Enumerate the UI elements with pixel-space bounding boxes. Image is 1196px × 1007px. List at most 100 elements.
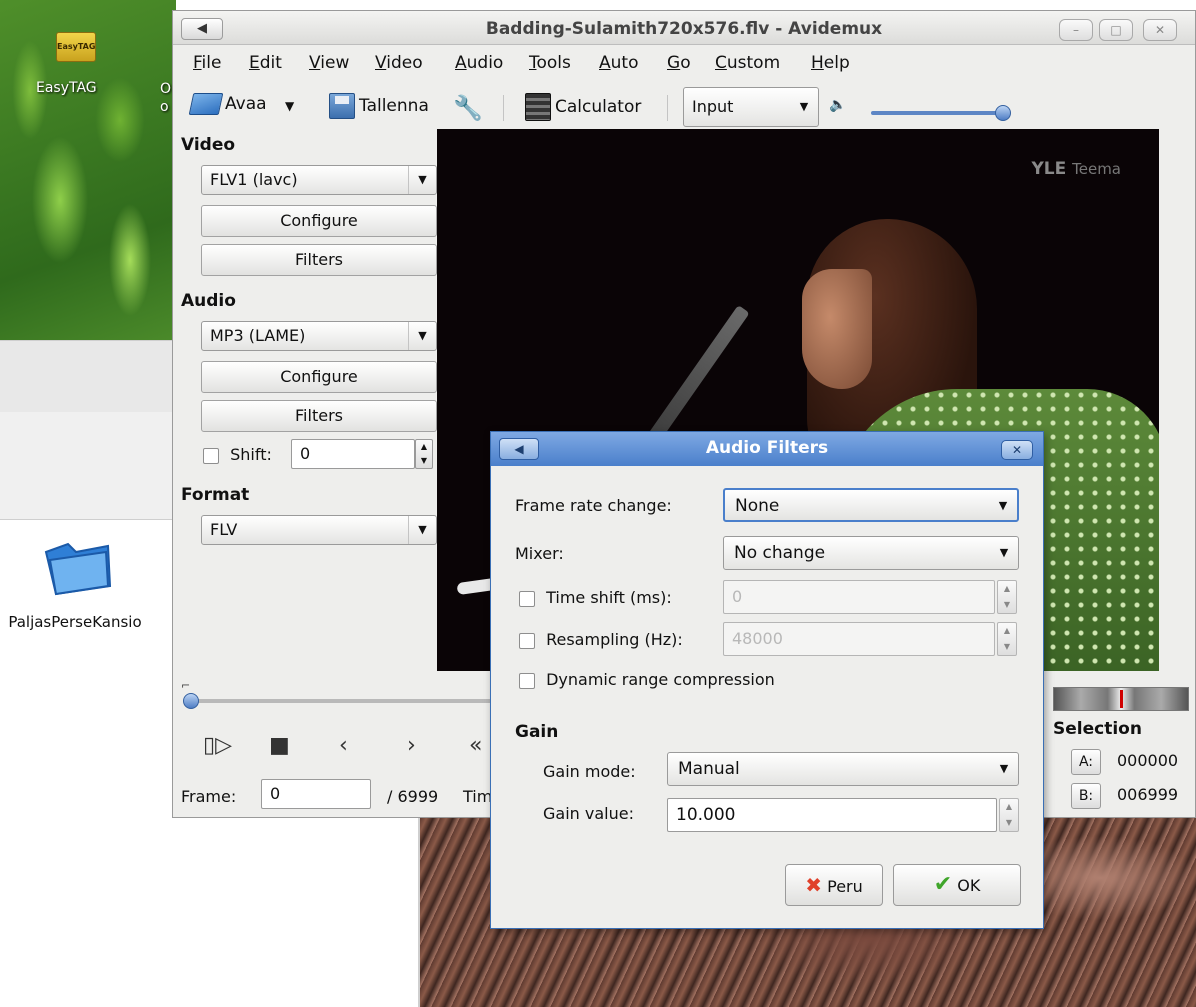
mixer-combo[interactable]: No change ▼: [723, 536, 1019, 570]
wrench-icon: 🔧: [453, 94, 483, 122]
video-frame-face: [802, 269, 872, 389]
chevron-down-icon: ▼: [408, 322, 436, 350]
menu-go[interactable]: Go: [667, 53, 691, 73]
audio-configure-button[interactable]: Configure: [201, 361, 437, 393]
video-codec-value: FLV1 (lavc): [210, 170, 298, 189]
desktop-icon-label-line1: O: [160, 81, 172, 97]
menu-view[interactable]: View: [309, 53, 349, 73]
open-label: Avaa: [225, 94, 267, 114]
audio-codec-combo[interactable]: MP3 (LAME) ▼: [201, 321, 437, 351]
watermark-main: YLE: [1031, 159, 1067, 179]
preferences-button[interactable]: 🔧: [453, 93, 483, 123]
volume-slider-knob[interactable]: [995, 105, 1011, 121]
frame-rate-combo[interactable]: None ▼: [723, 488, 1019, 522]
minimize-button[interactable]: –: [1059, 19, 1093, 41]
open-button[interactable]: Avaa: [188, 93, 267, 115]
menu-file[interactable]: File: [193, 53, 221, 73]
chevron-down-icon: ▼: [998, 499, 1008, 512]
resampling-row[interactable]: Resampling (Hz):: [519, 630, 683, 649]
rewind-icon[interactable]: «: [469, 733, 482, 758]
video-codec-combo[interactable]: FLV1 (lavc) ▼: [201, 165, 437, 195]
menu-audio[interactable]: Audio: [455, 53, 503, 73]
time-shift-input[interactable]: 0: [723, 580, 995, 614]
format-section-heading: Format: [181, 485, 250, 505]
dialog-titlebar[interactable]: ◀ Audio Filters ✕: [491, 432, 1043, 466]
input-output-combo[interactable]: Input ▼: [683, 87, 819, 127]
maximize-button[interactable]: □: [1099, 19, 1133, 41]
previous-frame-icon[interactable]: ‹: [339, 733, 348, 758]
gain-mode-label: Gain mode:: [543, 762, 636, 781]
time-label: Tim: [463, 787, 493, 806]
menu-auto[interactable]: Auto: [599, 53, 638, 73]
ok-check-icon: ✔: [933, 872, 953, 897]
time-shift-spinner[interactable]: ▲ ▼: [997, 580, 1017, 614]
seek-bar-knob[interactable]: [183, 693, 199, 709]
menu-tools[interactable]: Tools: [529, 53, 571, 73]
drc-row[interactable]: Dynamic range compression: [519, 670, 775, 689]
drc-checkbox[interactable]: [519, 672, 535, 689]
open-dropdown-arrow[interactable]: ▼: [285, 99, 294, 113]
menu-help[interactable]: Help: [811, 53, 850, 73]
channel-watermark: YLE Teema: [1031, 159, 1121, 179]
open-folder-icon: [188, 93, 224, 115]
format-value: FLV: [210, 520, 238, 539]
stop-icon[interactable]: ■: [269, 733, 290, 758]
resampling-spinner[interactable]: ▲ ▼: [997, 622, 1017, 656]
video-filters-button[interactable]: Filters: [201, 244, 437, 276]
time-shift-checkbox[interactable]: [519, 590, 535, 607]
marker-b-button[interactable]: B:: [1071, 783, 1101, 809]
menu-custom[interactable]: Custom: [715, 53, 780, 73]
shift-input[interactable]: 0: [291, 439, 415, 469]
resampling-checkbox[interactable]: [519, 632, 535, 649]
chevron-down-icon: ▼: [408, 166, 436, 194]
gain-mode-combo[interactable]: Manual ▼: [667, 752, 1019, 786]
chevron-down-icon: ▼: [999, 762, 1009, 775]
resampling-input[interactable]: 48000: [723, 622, 995, 656]
ok-label: OK: [957, 876, 981, 895]
easytag-label[interactable]: EasyTAG: [36, 80, 97, 96]
jog-shuttle-gauge[interactable]: [1053, 687, 1189, 711]
gain-value-input[interactable]: 10.000: [667, 798, 997, 832]
play-icon[interactable]: ▯▷: [203, 733, 232, 758]
shift-spinner[interactable]: ▲ ▼: [415, 439, 433, 469]
folder-icon[interactable]: [42, 538, 114, 598]
calculator-button[interactable]: Calculator: [525, 93, 641, 121]
volume-slider-track[interactable]: [871, 111, 1001, 115]
marker-a-indicator: ⌐: [181, 679, 191, 692]
chevron-down-icon: ▼: [408, 516, 436, 544]
audio-filters-button[interactable]: Filters: [201, 400, 437, 432]
seek-bar-track[interactable]: [185, 699, 495, 703]
video-section-heading: Video: [181, 135, 236, 155]
cancel-button[interactable]: ✖ Peru: [785, 864, 883, 906]
marker-a-value: 000000: [1117, 751, 1179, 770]
video-configure-button[interactable]: Configure: [201, 205, 437, 237]
desktop-icon-label-line2: o: [160, 99, 169, 115]
menu-video[interactable]: Video: [375, 53, 423, 73]
gain-value-spinner[interactable]: ▲ ▼: [999, 798, 1019, 832]
cancel-x-icon: ✖: [805, 873, 823, 897]
marker-a-button[interactable]: A:: [1071, 749, 1101, 775]
close-button[interactable]: ✕: [1143, 19, 1177, 41]
save-button[interactable]: Tallenna: [329, 93, 429, 119]
folder-label[interactable]: PaljasPerseKansio: [0, 612, 150, 632]
save-icon: [329, 93, 355, 119]
shift-checkbox[interactable]: [203, 447, 219, 464]
window-titlebar[interactable]: ◀ Badding-Sulamith720x576.flv - Avidemux…: [173, 11, 1195, 45]
time-shift-row[interactable]: Time shift (ms):: [519, 588, 672, 607]
calculator-label: Calculator: [555, 97, 642, 117]
next-frame-icon[interactable]: ›: [407, 733, 416, 758]
input-output-value: Input: [692, 97, 734, 116]
gain-heading: Gain: [515, 722, 559, 742]
shift-checkbox-row[interactable]: Shift:: [203, 445, 272, 464]
calculator-icon: [525, 93, 551, 121]
frame-label: Frame:: [181, 787, 237, 806]
ok-button[interactable]: ✔ OK: [893, 864, 1021, 906]
dialog-close-button[interactable]: ✕: [1001, 440, 1033, 460]
format-combo[interactable]: FLV ▼: [201, 515, 437, 545]
menu-edit[interactable]: Edit: [249, 53, 282, 73]
desktop-icon-label-partial[interactable]: O o: [160, 80, 171, 116]
frame-input[interactable]: 0: [261, 779, 371, 809]
dialog-title: Audio Filters: [705, 438, 829, 458]
time-shift-label: Time shift (ms):: [546, 588, 672, 607]
easytag-icon[interactable]: EasyTAG: [56, 32, 96, 62]
